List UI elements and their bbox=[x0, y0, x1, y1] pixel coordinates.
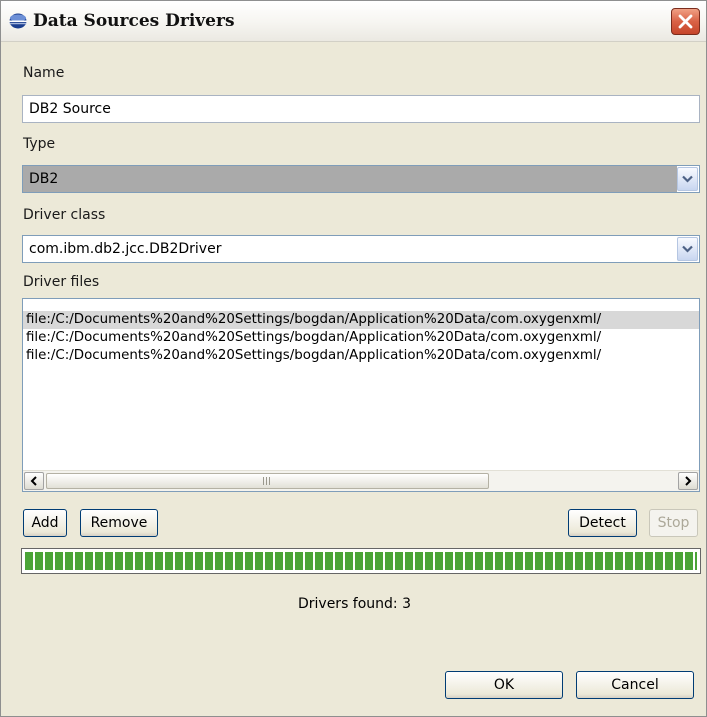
scroll-right-button[interactable] bbox=[678, 472, 698, 490]
add-button[interactable]: Add bbox=[23, 509, 67, 537]
close-button[interactable] bbox=[671, 8, 700, 35]
type-value: DB2 bbox=[23, 166, 677, 192]
close-icon bbox=[678, 14, 693, 29]
title-bar[interactable]: Data Sources Drivers bbox=[1, 1, 706, 42]
horizontal-scrollbar[interactable] bbox=[23, 470, 699, 491]
list-item[interactable]: file:/C:/Documents%20and%20Settings/bogd… bbox=[23, 347, 699, 365]
name-field[interactable]: DB2 Source bbox=[22, 95, 700, 123]
scrollbar-thumb[interactable] bbox=[46, 473, 489, 489]
type-label: Type bbox=[23, 136, 56, 152]
driver-class-dropdown-button[interactable] bbox=[677, 237, 698, 261]
ok-button[interactable]: OK bbox=[445, 671, 563, 699]
type-dropdown[interactable]: DB2 bbox=[22, 165, 700, 193]
progress-fill bbox=[25, 552, 697, 570]
list-item[interactable]: file:/C:/Documents%20and%20Settings/bogd… bbox=[23, 329, 699, 347]
type-dropdown-button[interactable] bbox=[677, 167, 698, 191]
status-text: Drivers found: 3 bbox=[297, 596, 412, 612]
driver-class-label: Driver class bbox=[23, 207, 106, 223]
window-title: Data Sources Drivers bbox=[33, 11, 235, 31]
detect-button[interactable]: Detect bbox=[568, 509, 637, 537]
progress-bar bbox=[21, 548, 701, 574]
dialog-window: Data Sources Drivers Name DB2 Source Typ… bbox=[0, 0, 707, 717]
stop-button[interactable]: Stop bbox=[649, 509, 698, 537]
scroll-left-button[interactable] bbox=[24, 472, 44, 490]
scroll-right-icon bbox=[685, 476, 692, 486]
driver-class-value: com.ibm.db2.jcc.DB2Driver bbox=[29, 241, 222, 257]
grip-icon bbox=[263, 477, 272, 485]
driver-class-dropdown[interactable]: com.ibm.db2.jcc.DB2Driver bbox=[22, 235, 700, 263]
chevron-down-icon bbox=[682, 175, 693, 183]
database-icon bbox=[9, 13, 27, 29]
scroll-left-icon bbox=[30, 476, 37, 486]
driver-files-list[interactable]: file:/C:/Documents%20and%20Settings/bogd… bbox=[22, 298, 700, 492]
name-label: Name bbox=[23, 65, 65, 81]
driver-files-label: Driver files bbox=[23, 274, 100, 290]
chevron-down-icon bbox=[682, 245, 693, 253]
list-item[interactable]: file:/C:/Documents%20and%20Settings/bogd… bbox=[23, 311, 699, 329]
cancel-button[interactable]: Cancel bbox=[576, 671, 694, 699]
remove-button[interactable]: Remove bbox=[80, 509, 158, 537]
